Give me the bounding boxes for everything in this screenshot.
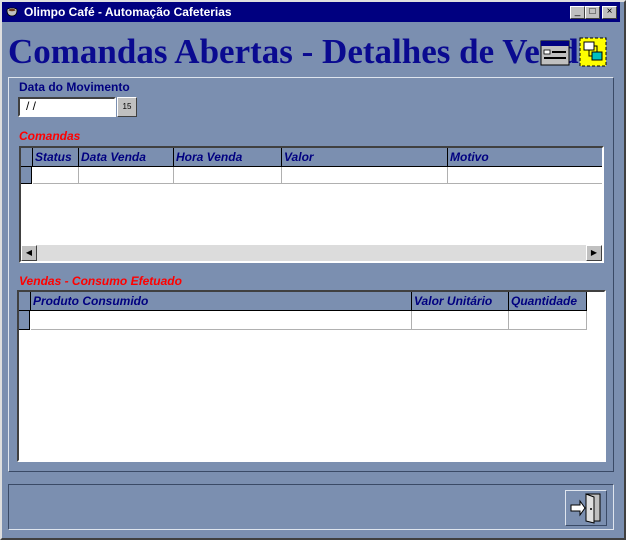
minimize-icon: _: [574, 6, 581, 17]
vendas-grid-header: Produto Consumido Valor Unitário Quantid…: [19, 292, 587, 311]
table-cell[interactable]: [282, 167, 448, 184]
column-header-valor[interactable]: Valor: [282, 148, 448, 166]
minimize-button[interactable]: _: [570, 6, 585, 19]
close-button[interactable]: ×: [602, 6, 617, 19]
table-cell[interactable]: [448, 167, 602, 184]
calendar-icon: 15: [122, 102, 132, 111]
scroll-left-icon[interactable]: ◀: [21, 245, 37, 261]
column-header-quantidade[interactable]: Quantidade: [509, 292, 587, 310]
table-cell[interactable]: [412, 311, 509, 330]
table-cell[interactable]: [174, 167, 282, 184]
column-header-status[interactable]: Status: [33, 148, 79, 166]
exit-door-icon: [570, 493, 601, 524]
horizontal-scrollbar[interactable]: ◀ ▶: [21, 245, 602, 261]
comandas-section-title: Comandas: [19, 129, 81, 143]
row-indicator[interactable]: [19, 311, 30, 330]
network-icon[interactable]: [578, 36, 608, 68]
comandas-grid-header: Status Data Venda Hora Venda Valor Motiv…: [21, 148, 602, 167]
column-header-produto[interactable]: Produto Consumido: [31, 292, 412, 310]
column-header-hora-venda[interactable]: Hora Venda: [174, 148, 282, 166]
maximize-button[interactable]: □: [585, 6, 600, 19]
scroll-right-icon[interactable]: ▶: [586, 245, 602, 261]
table-cell[interactable]: [31, 311, 412, 330]
corner-cell: [21, 148, 33, 166]
column-header-motivo[interactable]: Motivo: [448, 148, 602, 166]
vendas-grid[interactable]: Produto Consumido Valor Unitário Quantid…: [17, 290, 606, 462]
row-indicator[interactable]: [21, 167, 32, 184]
column-header-valor-unitario[interactable]: Valor Unitário: [412, 292, 509, 310]
date-field[interactable]: / /: [18, 97, 116, 117]
vendas-section-title: Vendas - Consumo Efetuado: [19, 274, 182, 288]
date-label: Data do Movimento: [19, 80, 130, 94]
corner-cell: [19, 292, 31, 310]
table-cell[interactable]: [33, 167, 79, 184]
close-icon: ×: [606, 6, 613, 17]
calendar-button[interactable]: 15: [117, 97, 137, 117]
table-cell[interactable]: [79, 167, 174, 184]
page-title: Comandas Abertas - Detalhes de Vendas: [8, 32, 584, 71]
comandas-grid[interactable]: Status Data Venda Hora Venda Valor Motiv…: [19, 146, 604, 263]
coffee-cup-icon: [6, 7, 18, 17]
window-title: Olimpo Café - Automação Cafeterias: [24, 5, 232, 19]
exit-button[interactable]: [565, 490, 607, 526]
footer-bar: [8, 484, 614, 530]
table-cell[interactable]: [509, 311, 587, 330]
form-window-icon[interactable]: [540, 40, 570, 66]
column-header-data-venda[interactable]: Data Venda: [79, 148, 174, 166]
maximize-icon: □: [589, 6, 596, 17]
title-bar[interactable]: Olimpo Café - Automação Cafeterias _ □ ×: [2, 2, 620, 22]
